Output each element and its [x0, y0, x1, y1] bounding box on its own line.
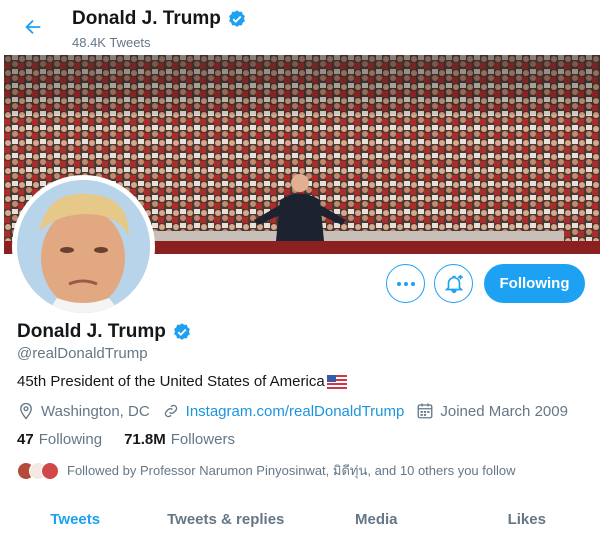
tab-media[interactable]: Media [301, 503, 452, 535]
profile-header: Donald J. Trump 48.4K Tweets [0, 0, 602, 55]
followers-count-link[interactable]: 71.8M Followers [124, 431, 235, 448]
location: Washington, DC [17, 402, 150, 420]
followed-by-text: Followed by Professor Narumon Pinyosinwa… [67, 463, 516, 478]
location-icon [20, 402, 32, 420]
location-text: Washington, DC [41, 402, 150, 420]
profile-name: Donald J. Trump [17, 321, 192, 343]
tab-tweets-and-replies[interactable]: Tweets & replies [151, 503, 302, 535]
back-button[interactable] [18, 12, 48, 42]
calendar-icon [417, 403, 433, 419]
profile-tabs: Tweets Tweets & replies Media Likes [0, 503, 602, 535]
profile-handle: @realDonaldTrump [17, 345, 148, 362]
followed-by[interactable]: Followed by Professor Narumon Pinyosinwa… [17, 460, 516, 481]
mutual-avatar [41, 461, 59, 480]
link-icon [164, 404, 177, 418]
website-link[interactable]: Instagram.com/realDonaldTrump [186, 403, 405, 420]
profile-avatar[interactable] [12, 175, 155, 318]
verified-badge-icon [228, 10, 245, 27]
avatar-photo [17, 180, 150, 313]
join-date-text: Joined March 2009 [440, 402, 568, 420]
website: Instagram.com/realDonaldTrump [162, 402, 405, 420]
following-count: 47 [17, 431, 34, 448]
following-count-link[interactable]: 47 Following [17, 431, 102, 448]
join-date: Joined March 2009 [416, 402, 568, 420]
more-icon [396, 281, 415, 286]
bio-text: 45th President of the United States of A… [17, 373, 325, 390]
followers-count: 71.8M [124, 431, 166, 448]
more-options-button[interactable] [386, 264, 425, 303]
tab-likes[interactable]: Likes [452, 503, 602, 535]
us-flag-icon [326, 374, 347, 389]
notification-bell-icon [444, 274, 463, 293]
verified-badge-icon [173, 323, 190, 340]
mutual-followers-avatars [17, 461, 59, 480]
follow-counts: 47 Following 71.8M Followers [17, 431, 235, 448]
header-title: Donald J. Trump [72, 8, 247, 30]
followers-label: Followers [170, 431, 235, 448]
profile-bio: 45th President of the United States of A… [17, 373, 347, 390]
back-arrow-icon [25, 19, 41, 35]
header-name-text: Donald J. Trump [72, 8, 221, 29]
profile-name-text: Donald J. Trump [17, 321, 166, 342]
tab-tweets[interactable]: Tweets [0, 503, 151, 535]
profile-meta: Washington, DC Instagram.com/realDonaldT… [17, 402, 580, 420]
following-button[interactable]: Following [484, 264, 585, 303]
notifications-button[interactable] [434, 264, 473, 303]
tweets-count: 48.4K Tweets [72, 35, 151, 50]
following-label: Following [38, 431, 103, 448]
